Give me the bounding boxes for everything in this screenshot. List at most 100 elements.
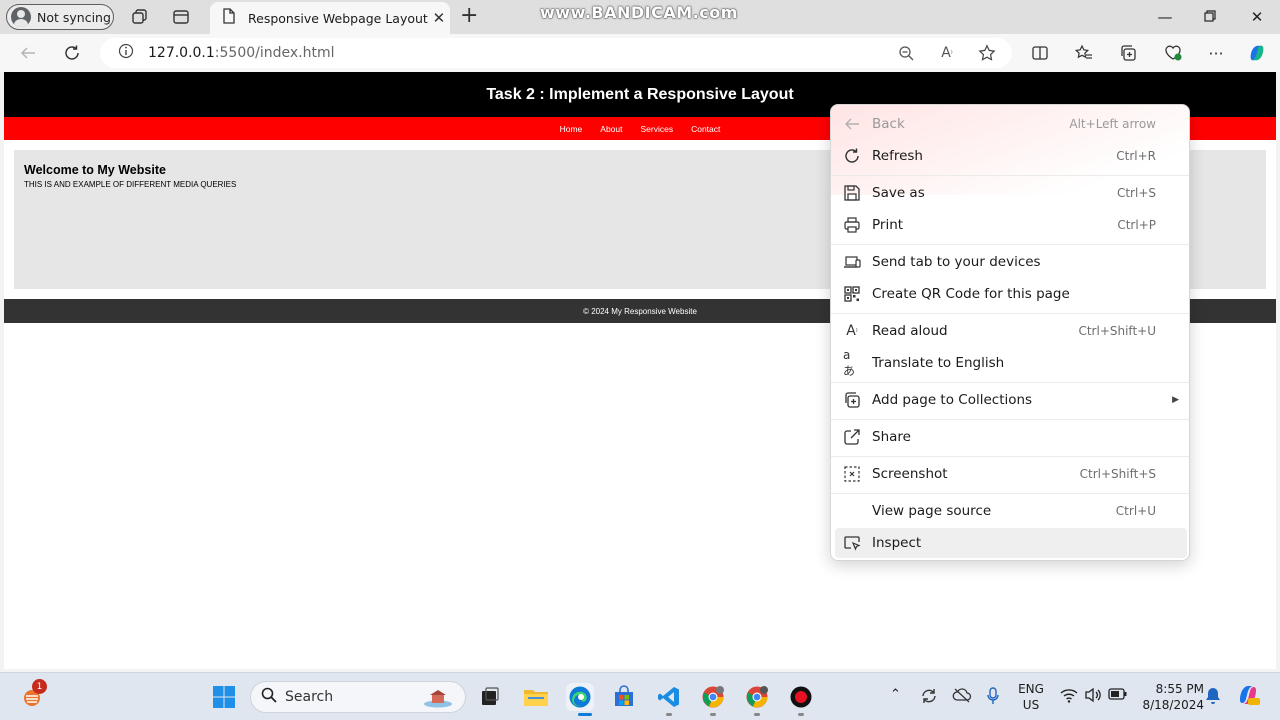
back-arrow-icon[interactable] [18,43,38,63]
copilot-icon[interactable] [1247,43,1267,63]
copilot-preview-icon[interactable] [1236,683,1260,710]
menu-item-back[interactable]: Back Alt+Left arrow [831,109,1189,139]
new-tab-icon[interactable]: + [460,5,478,27]
submenu-arrow-icon: ▶ [1172,395,1179,405]
qr-code-icon [843,285,861,303]
menu-separator [831,493,1189,494]
running-app-indicator [710,713,716,716]
site-title: Task 2 : Implement a Responsive Layout [486,85,794,103]
notification-badge: 1 [32,679,47,694]
menu-item-print[interactable]: Print Ctrl+P [831,210,1189,240]
nav-link-about[interactable]: About [600,124,622,134]
clock-date: 8/18/2024 [1142,698,1204,712]
site-info-icon[interactable] [118,43,134,63]
favorites-icon[interactable] [1074,43,1094,63]
footer-text: © 2024 My Responsive Website [583,306,697,316]
bandicam-record-icon[interactable] [787,683,815,711]
tab-title: Responsive Webpage Layout [248,10,428,26]
close-window-icon[interactable]: ✕ [1247,8,1267,26]
context-menu: Back Alt+Left arrow Refresh Ctrl+R Save … [830,104,1190,561]
task-view-icon[interactable] [476,683,504,711]
menu-item-add-to-collections[interactable]: Add page to Collections ▶ [831,385,1189,415]
devices-icon [843,253,861,271]
inspect-icon [843,534,861,552]
back-arrow-icon [843,115,861,133]
sync-icon[interactable] [920,687,938,708]
menu-separator [831,175,1189,176]
recording-watermark: www.BANDICAM.com [540,3,738,22]
taskbar-clock[interactable]: 8:55 PM 8/18/2024 [1134,681,1204,713]
menu-item-translate[interactable]: aあ Translate to English [831,347,1189,378]
volume-icon[interactable] [1084,687,1102,706]
menu-item-inspect[interactable]: Inspect [835,528,1187,558]
menu-item-share[interactable]: Share [831,422,1189,452]
notification-bell-icon[interactable] [1205,687,1221,708]
windows-start-icon[interactable] [210,683,238,711]
menu-item-read-aloud[interactable]: A ⁾ Read aloud Ctrl+Shift+U [831,316,1189,346]
save-icon [843,184,861,202]
translate-icon: aあ [843,347,856,378]
tab-actions-icon[interactable] [171,7,191,27]
running-app-indicator [666,713,672,716]
tab-strip: Not syncing Responsive Webpage Layout ✕ … [0,0,1280,34]
close-tab-icon[interactable]: ✕ [428,9,450,27]
share-icon [843,428,861,446]
onedrive-icon[interactable] [952,687,972,706]
running-app-indicator [798,713,804,716]
collections-icon[interactable] [1118,43,1138,63]
restore-icon[interactable] [1200,8,1220,26]
microphone-icon[interactable] [986,687,1000,708]
menu-item-send-tab[interactable]: Send tab to your devices [831,247,1189,277]
minimize-icon[interactable]: — [1155,8,1175,26]
clock-time: 8:55 PM [1155,682,1204,696]
battery-icon[interactable] [1108,687,1128,704]
printer-icon [843,216,861,234]
browser-essentials-icon[interactable] [1163,43,1183,63]
vscode-icon[interactable] [655,683,683,711]
menu-item-view-source[interactable]: View page source Ctrl+U [831,496,1189,526]
menu-separator [831,419,1189,420]
widgets-icon[interactable]: 1 [18,679,47,710]
menu-item-refresh[interactable]: Refresh Ctrl+R [831,141,1189,171]
active-app-indicator [578,713,592,716]
profile-label: Not syncing [37,9,111,25]
nav-link-services[interactable]: Services [641,124,674,134]
language-indicator[interactable]: ENG US [1014,681,1048,713]
split-screen-icon[interactable] [1030,43,1050,63]
address-bar[interactable]: 127.0.0.1:5500/index.html A ⁾ [100,38,1012,68]
search-highlight-icon [423,688,453,712]
menu-item-save-as[interactable]: Save as Ctrl+S [831,178,1189,208]
menu-item-screenshot[interactable]: Screenshot Ctrl+Shift+S [831,459,1189,489]
microsoft-store-icon[interactable] [610,683,638,711]
workspaces-icon[interactable] [130,7,150,27]
edge-browser-icon[interactable] [566,683,594,711]
show-hidden-icons-icon[interactable]: ⌃ [890,687,901,702]
chrome-icon[interactable] [699,683,727,711]
taskbar: 1 Search ⌃ ENG US 8:55 PM 8/18/2024 [0,672,1280,720]
address-toolbar: 127.0.0.1:5500/index.html A ⁾ ··· [0,34,1280,72]
page-icon [222,8,236,28]
chrome-profile-icon[interactable] [743,683,771,711]
nav-link-home[interactable]: Home [560,124,583,134]
taskbar-search[interactable]: Search [250,681,466,713]
search-icon [261,687,277,707]
refresh-icon[interactable] [62,43,82,63]
menu-separator [831,382,1189,383]
tab-active[interactable]: Responsive Webpage Layout ✕ [210,2,450,34]
running-app-indicator [754,713,760,716]
url-text[interactable]: 127.0.0.1:5500/index.html [148,45,335,61]
favorite-star-icon[interactable] [978,44,996,62]
wifi-icon[interactable] [1060,687,1078,706]
zoom-out-icon[interactable] [897,44,915,62]
nav-link-contact[interactable]: Contact [691,124,720,134]
menu-separator [831,244,1189,245]
search-placeholder: Search [285,689,334,705]
menu-item-qr-code[interactable]: Create QR Code for this page [831,279,1189,309]
file-explorer-icon[interactable] [522,683,550,711]
collections-icon [843,391,861,409]
more-options-icon[interactable]: ··· [1206,43,1226,63]
screenshot-icon [843,465,861,483]
menu-separator [831,456,1189,457]
profile-button[interactable]: Not syncing [6,4,114,30]
read-aloud-icon[interactable]: A ⁾ [938,44,956,62]
